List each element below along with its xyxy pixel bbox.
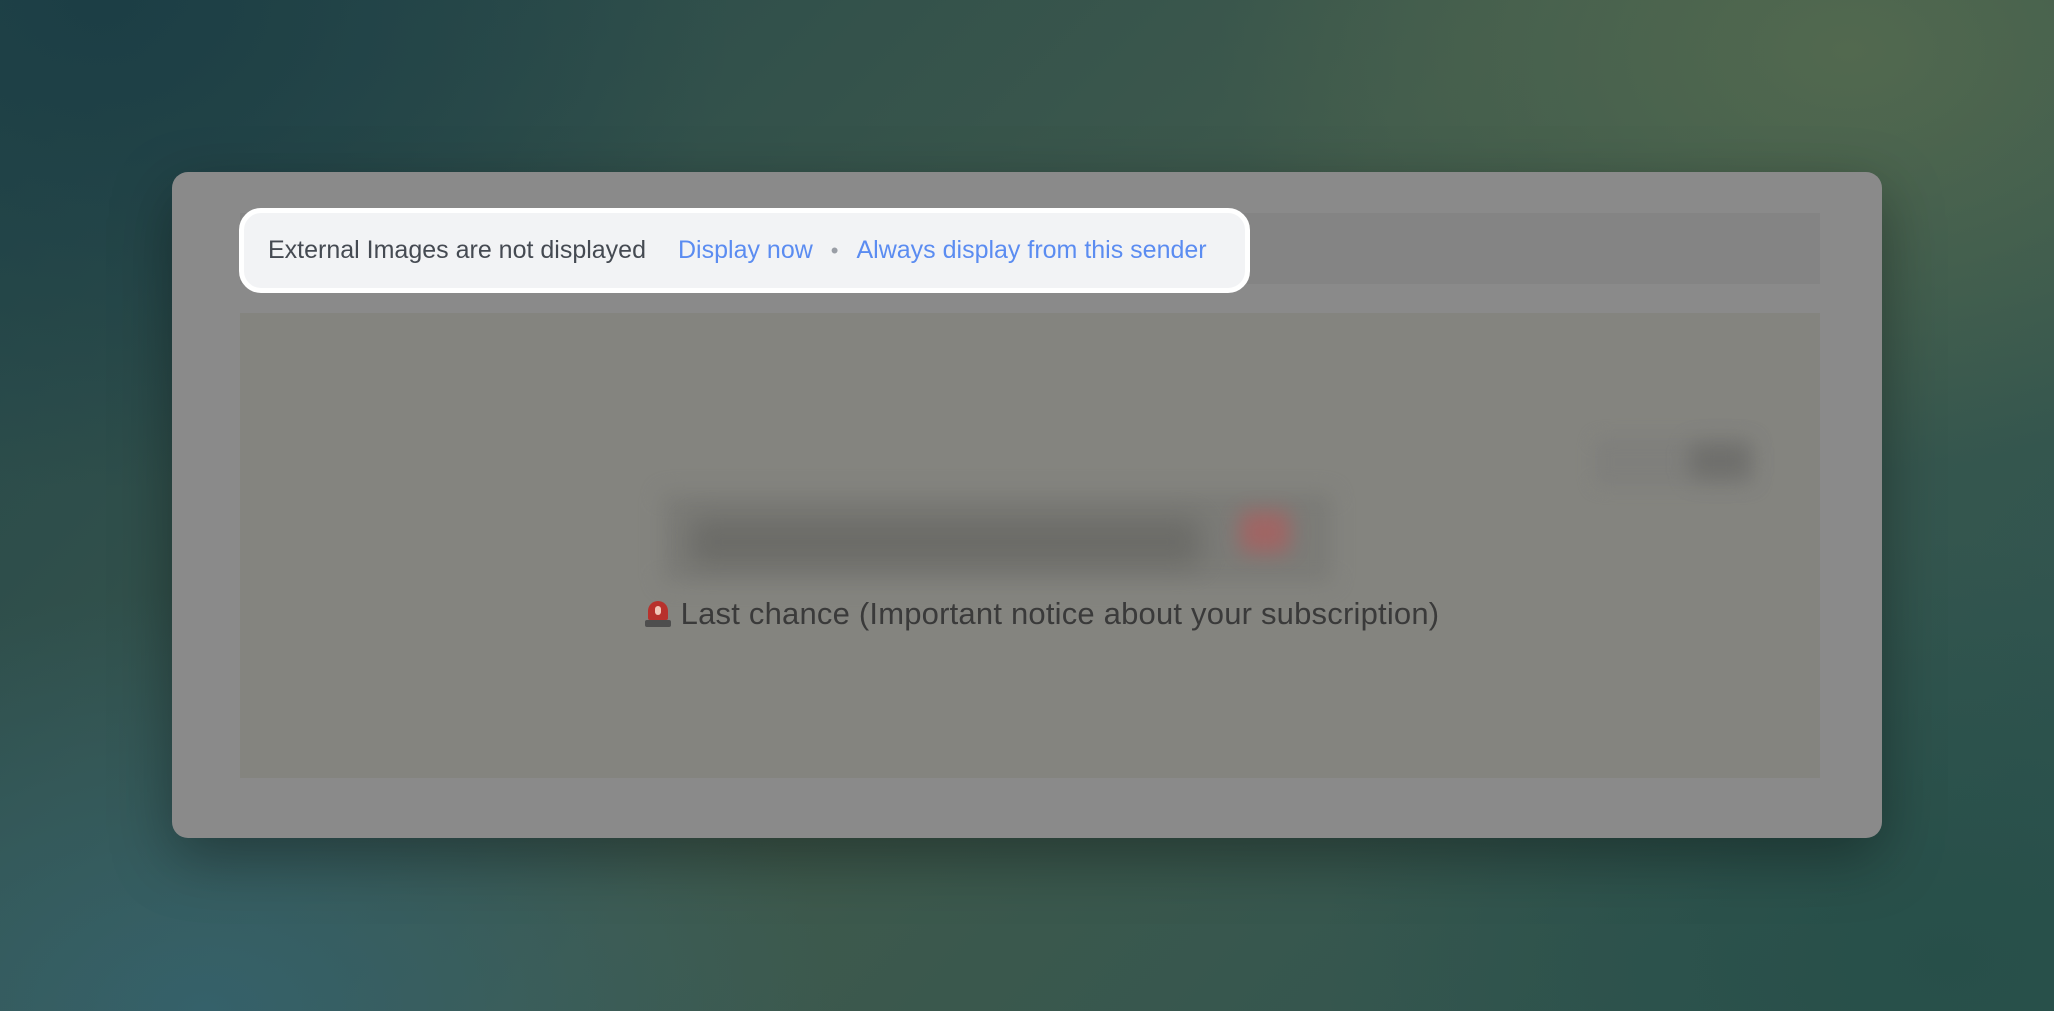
email-subject-line: Last chance (Important notice about your… [240, 596, 1820, 632]
siren-icon [644, 598, 671, 628]
external-images-notice: External Images are not displayed Displa… [239, 208, 1250, 293]
email-subject-text: Last chance (Important notice about your… [680, 596, 1440, 631]
display-now-link[interactable]: Display now [678, 236, 813, 265]
email-body-preview: Last chance (Important notice about your… [240, 313, 1820, 778]
always-display-link[interactable]: Always display from this sender [856, 236, 1206, 265]
notice-message: External Images are not displayed [268, 236, 646, 264]
link-separator: • [830, 237, 839, 263]
blurred-logo-wordmark [690, 518, 1200, 566]
blurred-badge-detail [1690, 443, 1750, 479]
blurred-logo-accent [1240, 511, 1290, 553]
